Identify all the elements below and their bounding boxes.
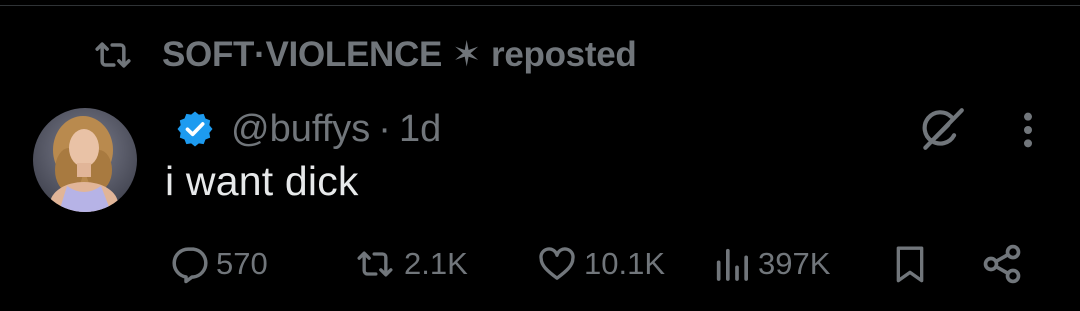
author-handle[interactable]: @buffys	[231, 108, 370, 151]
share-icon	[980, 242, 1024, 286]
like-button[interactable]: 10.1K	[536, 238, 665, 290]
post-text: i want dick	[165, 158, 359, 204]
views-count: 397K	[758, 246, 831, 281]
repost-button[interactable]: 2.1K	[352, 238, 468, 290]
share-button[interactable]	[980, 238, 1030, 290]
views-button[interactable]: 397K	[712, 238, 830, 290]
more-dots-icon[interactable]	[1010, 108, 1046, 152]
post-timestamp[interactable]: 1d	[399, 108, 441, 151]
reposter-symbol: ✶	[452, 35, 482, 74]
reply-count: 570	[216, 246, 268, 281]
reply-button[interactable]: 570	[168, 238, 268, 290]
repost-icon	[352, 244, 398, 284]
top-divider	[0, 5, 1080, 6]
verified-badge-icon	[175, 109, 215, 149]
repost-icon	[90, 35, 136, 75]
author-row: @buffys · 1d	[175, 104, 441, 154]
views-chart-icon	[712, 244, 752, 284]
grok-icon[interactable]	[915, 102, 969, 156]
bookmark-button[interactable]	[890, 238, 936, 290]
action-bar: 570 2.1K 10.1K 397K	[0, 238, 1080, 290]
reposted-label: reposted	[491, 35, 637, 74]
meta-separator: ·	[378, 107, 391, 150]
reposter-name[interactable]: SOFT·VIOLENCE	[162, 35, 442, 75]
like-count: 10.1K	[584, 246, 666, 281]
reply-icon	[168, 243, 210, 285]
bookmark-icon	[890, 242, 930, 286]
repost-context[interactable]: SOFT·VIOLENCE ✶ reposted	[90, 30, 637, 80]
heart-icon	[536, 244, 578, 284]
repost-count: 2.1K	[404, 246, 468, 281]
avatar[interactable]	[33, 108, 137, 212]
